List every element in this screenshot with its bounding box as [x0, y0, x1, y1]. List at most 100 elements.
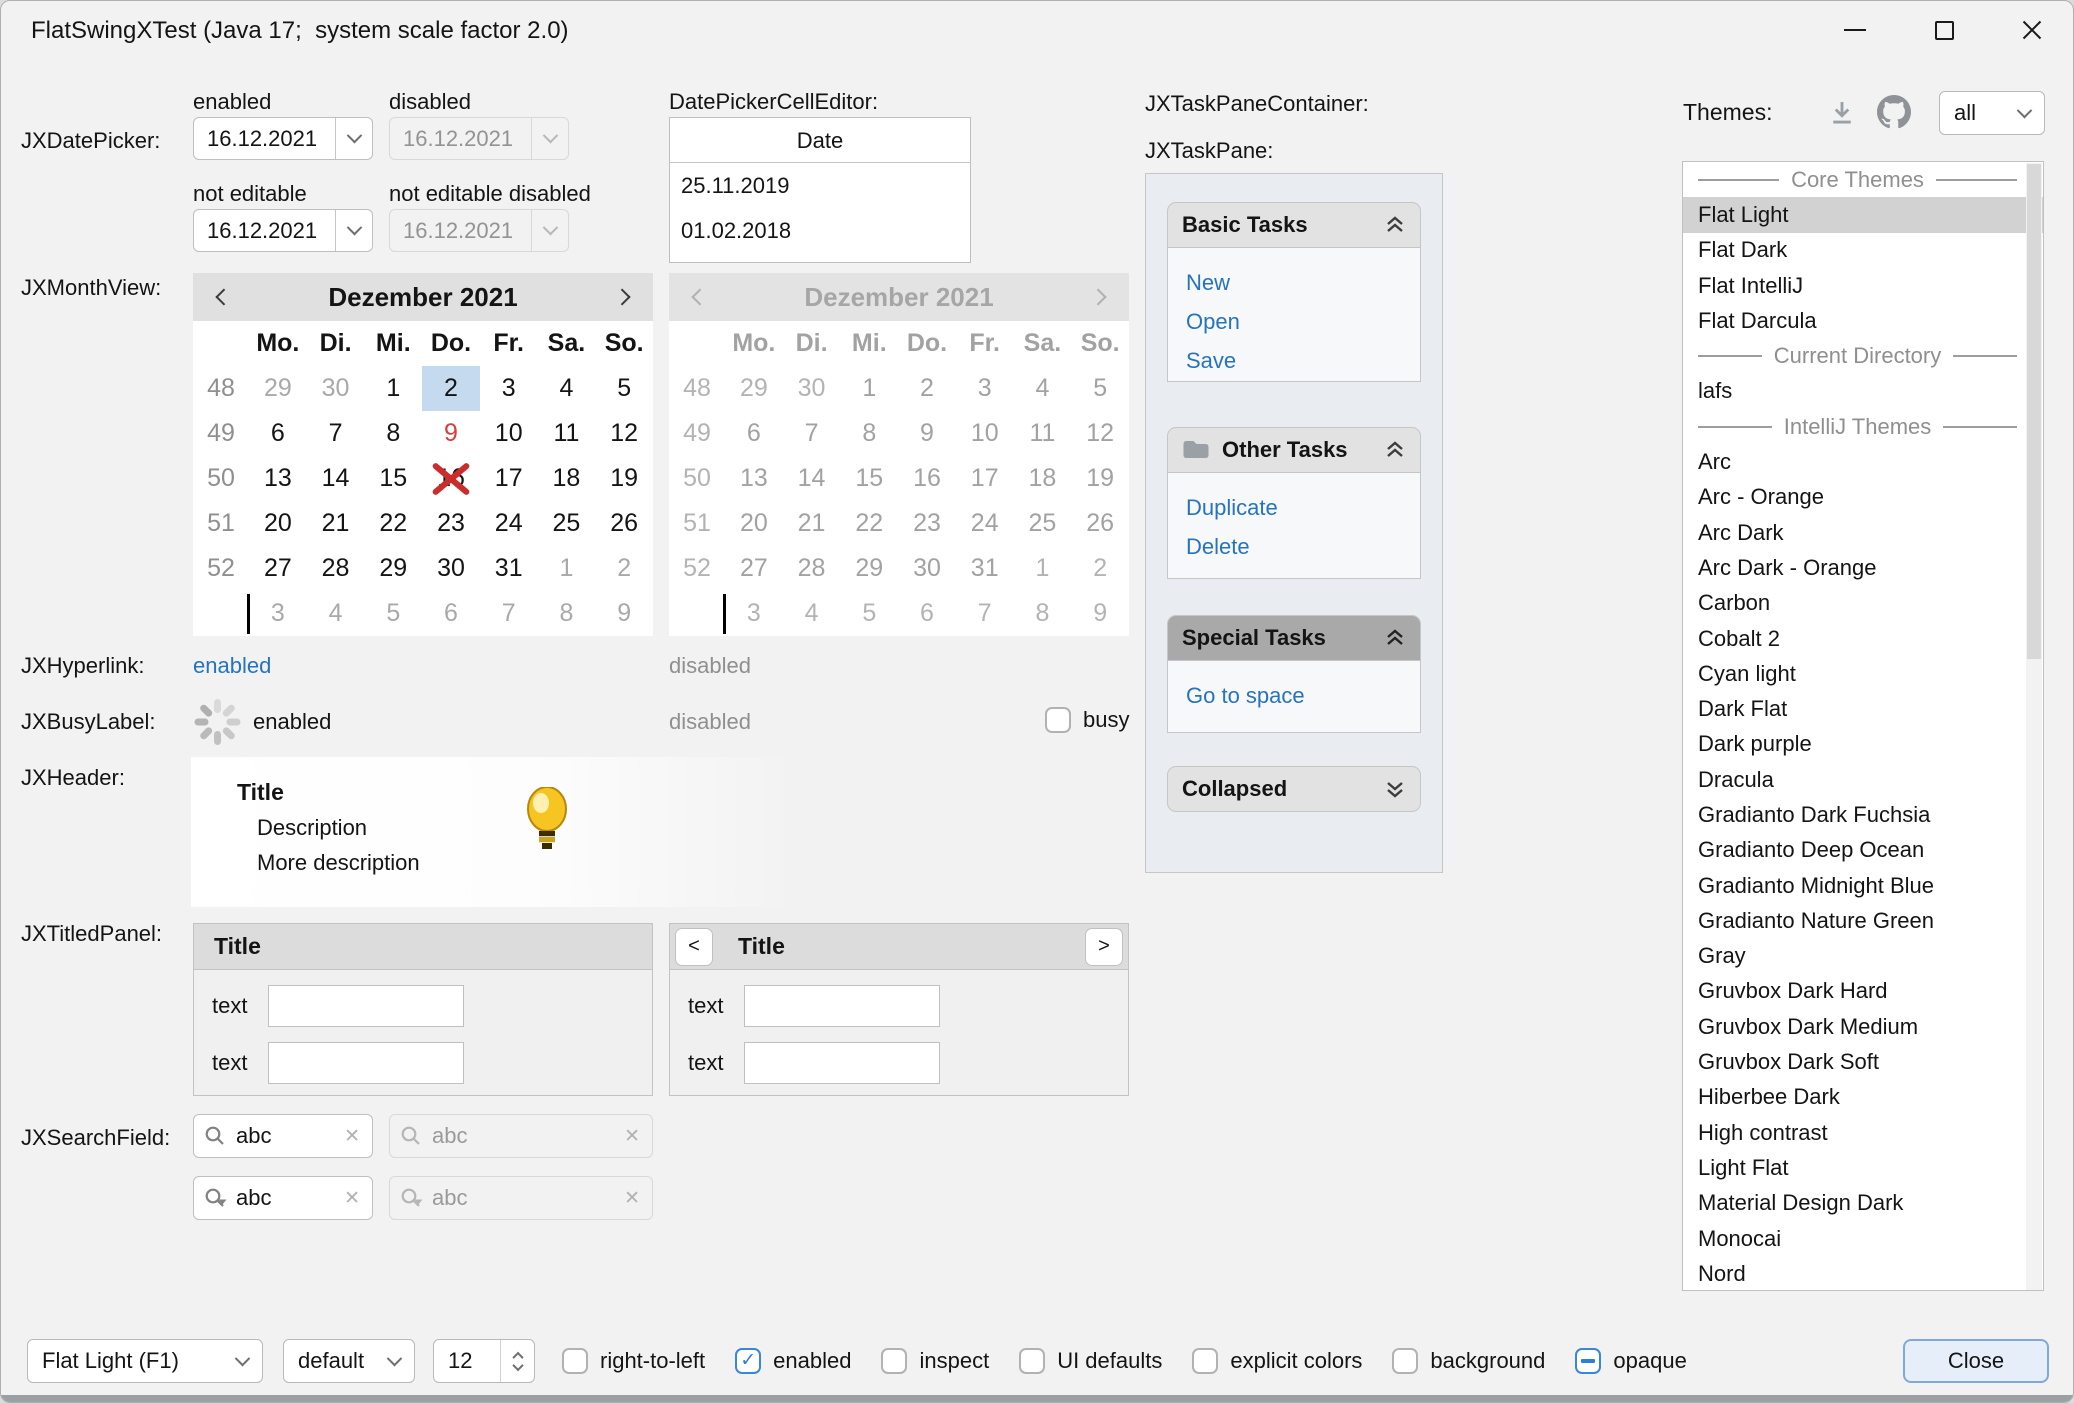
- theme-list-item[interactable]: Arc Dark - Orange: [1683, 550, 2043, 585]
- theme-list-item[interactable]: Hiberbee Dark: [1683, 1080, 2043, 1115]
- theme-list-item[interactable]: Flat Light: [1683, 197, 2043, 232]
- theme-list-item[interactable]: Material Design Dark: [1683, 1186, 2043, 1221]
- checkbox-box[interactable]: [1045, 707, 1071, 733]
- maximize-button[interactable]: [1911, 1, 1977, 59]
- themes-list[interactable]: Core ThemesFlat LightFlat DarkFlat Intel…: [1682, 161, 2044, 1291]
- theme-list-item[interactable]: Dracula: [1683, 762, 2043, 797]
- checkbox-box[interactable]: [562, 1348, 588, 1374]
- theme-combobox[interactable]: Flat Light (F1): [27, 1339, 263, 1383]
- datepicker-dropdown-button[interactable]: [335, 118, 372, 159]
- checkbox-right-to-left[interactable]: right-to-left: [562, 1348, 705, 1374]
- clear-icon[interactable]: ✕: [344, 1125, 360, 1148]
- themes-filter-combobox[interactable]: all: [1939, 91, 2045, 135]
- calendar-day[interactable]: 8: [538, 591, 596, 636]
- theme-list-item[interactable]: Dark purple: [1683, 727, 2043, 762]
- calendar-day[interactable]: 29: [364, 546, 422, 591]
- busy-checkbox[interactable]: busy: [1045, 707, 1129, 733]
- scrollbar-thumb[interactable]: [2027, 164, 2041, 659]
- calendar-day[interactable]: 1: [538, 546, 596, 591]
- collapse-chevron-icon[interactable]: [1384, 439, 1406, 461]
- text-input[interactable]: [744, 985, 940, 1027]
- expand-chevron-icon[interactable]: [1384, 778, 1406, 800]
- theme-list-item[interactable]: lafs: [1683, 374, 2043, 409]
- calendar-day[interactable]: 6: [249, 411, 307, 456]
- calendar-day[interactable]: 25: [538, 501, 596, 546]
- datepicker-not-editable[interactable]: 16.12.2021: [193, 209, 373, 252]
- theme-list-item[interactable]: Arc - Orange: [1683, 480, 2043, 515]
- search-field[interactable]: abc ✕: [193, 1114, 373, 1158]
- collapse-chevron-icon[interactable]: [1384, 627, 1406, 649]
- calendar-day[interactable]: 29: [249, 366, 307, 411]
- calendar-day[interactable]: 5: [364, 591, 422, 636]
- calendar-day[interactable]: 1: [364, 366, 422, 411]
- checkbox-box[interactable]: [881, 1348, 907, 1374]
- next-month-button[interactable]: [597, 273, 653, 321]
- checkbox-explicit-colors[interactable]: explicit colors: [1192, 1348, 1362, 1374]
- calendar-day[interactable]: 9: [422, 411, 480, 456]
- checkbox-box[interactable]: [1192, 1348, 1218, 1374]
- calendar-day[interactable]: 9: [595, 591, 653, 636]
- month-view-enabled[interactable]: Dezember 2021 Mo.Di.Mi.Do.Fr.Sa.So.48293…: [193, 273, 653, 635]
- calendar-day[interactable]: 7: [480, 591, 538, 636]
- scrollbar[interactable]: [2026, 163, 2042, 1291]
- table-row[interactable]: 01.02.2018: [670, 208, 970, 253]
- font-combobox[interactable]: default: [283, 1339, 415, 1383]
- calendar-day[interactable]: 19: [595, 456, 653, 501]
- calendar-day[interactable]: 11: [538, 411, 596, 456]
- theme-list-item[interactable]: Gradianto Deep Ocean: [1683, 833, 2043, 868]
- close-button[interactable]: Close: [1903, 1339, 2049, 1383]
- calendar-day[interactable]: 3: [480, 366, 538, 411]
- calendar-day[interactable]: 6: [422, 591, 480, 636]
- calendar-day[interactable]: 5: [595, 366, 653, 411]
- taskpane-link[interactable]: Duplicate: [1186, 495, 1420, 521]
- theme-list-item[interactable]: Arc: [1683, 444, 2043, 479]
- calendar-day[interactable]: 3: [249, 591, 307, 636]
- calendar-day[interactable]: 7: [307, 411, 365, 456]
- checkbox-ui-defaults[interactable]: UI defaults: [1019, 1348, 1162, 1374]
- calendar-day[interactable]: 2: [595, 546, 653, 591]
- text-input[interactable]: [268, 1042, 464, 1084]
- taskpane-header[interactable]: Collapsed: [1167, 766, 1421, 812]
- taskpane-link[interactable]: New: [1186, 270, 1420, 296]
- theme-list-item[interactable]: Gruvbox Dark Soft: [1683, 1044, 2043, 1079]
- taskpane-header[interactable]: Other Tasks: [1167, 427, 1421, 473]
- theme-list-item[interactable]: Light Flat: [1683, 1150, 2043, 1185]
- theme-list-item[interactable]: Nord: [1683, 1256, 2043, 1291]
- taskpane-link[interactable]: Open: [1186, 309, 1420, 335]
- table-column-header[interactable]: Date: [670, 118, 970, 163]
- theme-list-item[interactable]: High contrast: [1683, 1115, 2043, 1150]
- checkbox-box[interactable]: [1575, 1348, 1601, 1374]
- calendar-day[interactable]: 30: [422, 546, 480, 591]
- theme-list-item[interactable]: Gray: [1683, 939, 2043, 974]
- calendar-day[interactable]: 4: [538, 366, 596, 411]
- checkbox-enabled[interactable]: enabled: [735, 1348, 851, 1374]
- taskpane-link[interactable]: Delete: [1186, 534, 1420, 560]
- search-input[interactable]: abc: [236, 1123, 336, 1149]
- spinner-arrows[interactable]: [500, 1340, 534, 1382]
- github-icon[interactable]: [1877, 95, 1911, 129]
- calendar-day[interactable]: 2: [422, 366, 480, 411]
- panel-right-button[interactable]: >: [1085, 928, 1123, 966]
- calendar-day[interactable]: 20: [249, 501, 307, 546]
- theme-list-item[interactable]: Dark Flat: [1683, 691, 2043, 726]
- checkbox-background[interactable]: background: [1392, 1348, 1545, 1374]
- datepicker-dropdown-button[interactable]: [335, 210, 372, 251]
- theme-list-item[interactable]: Gradianto Midnight Blue: [1683, 868, 2043, 903]
- calendar-day[interactable]: 30: [307, 366, 365, 411]
- font-size-spinner[interactable]: 12: [433, 1339, 535, 1383]
- taskpane-header[interactable]: Special Tasks: [1167, 615, 1421, 661]
- search-field[interactable]: abc✕: [193, 1176, 373, 1220]
- taskpane-header[interactable]: Basic Tasks: [1167, 202, 1421, 248]
- calendar-day[interactable]: 8: [364, 411, 422, 456]
- text-input[interactable]: [268, 985, 464, 1027]
- calendar-day[interactable]: 16: [422, 456, 480, 501]
- calendar-day[interactable]: 26: [595, 501, 653, 546]
- calendar-day[interactable]: 18: [538, 456, 596, 501]
- theme-list-item[interactable]: Flat IntelliJ: [1683, 268, 2043, 303]
- calendar-day[interactable]: 23: [422, 501, 480, 546]
- theme-list-item[interactable]: Flat Darcula: [1683, 303, 2043, 338]
- text-input[interactable]: [744, 1042, 940, 1084]
- checkbox-box[interactable]: [735, 1348, 761, 1374]
- theme-list-item[interactable]: Monocai: [1683, 1221, 2043, 1256]
- theme-list-item[interactable]: Gruvbox Dark Hard: [1683, 974, 2043, 1009]
